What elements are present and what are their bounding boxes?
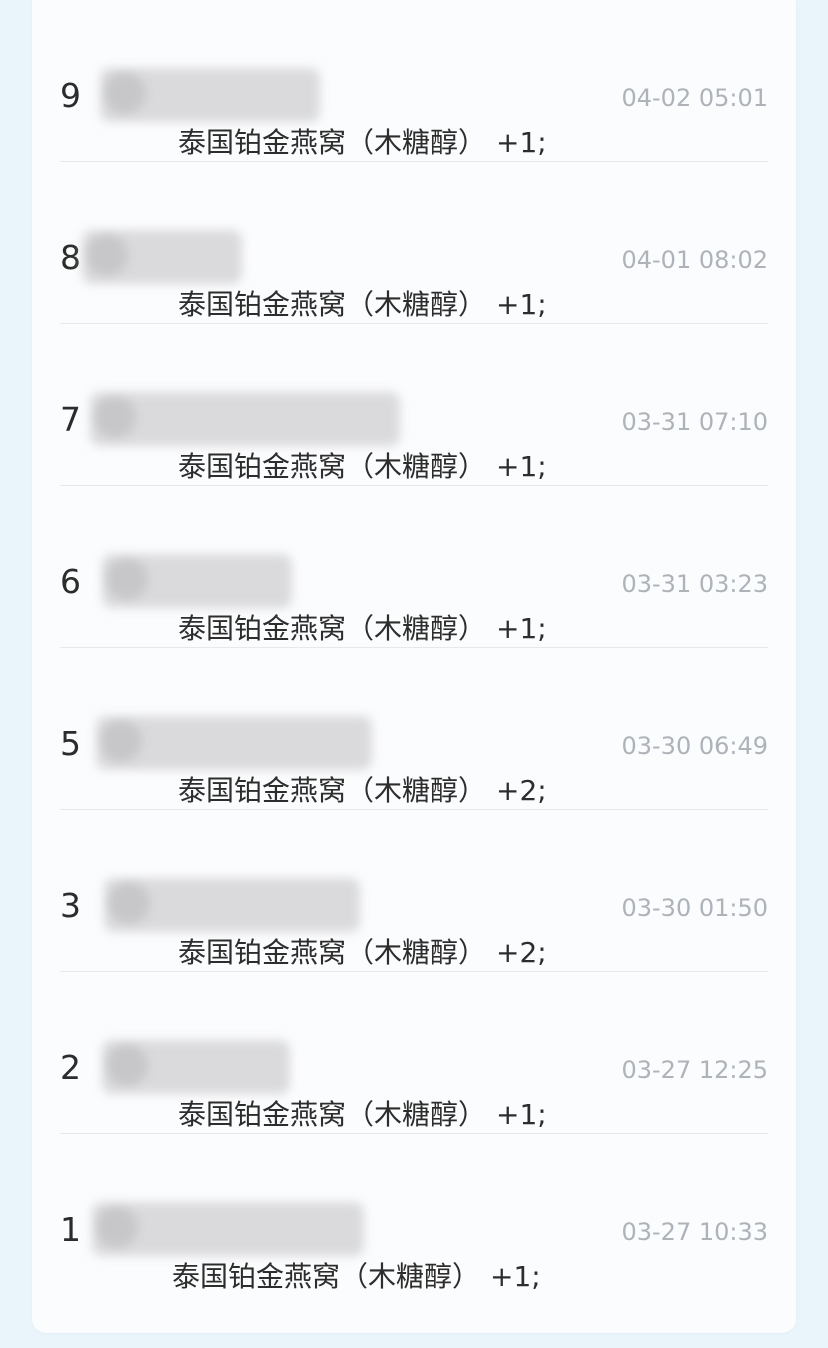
timestamp: 04-02 05:01 [621, 84, 768, 112]
quantity: +1; [496, 126, 547, 159]
rank-number: 3 [60, 886, 81, 925]
blurred-user-info [102, 1040, 290, 1094]
blurred-user-info [82, 230, 242, 284]
purchase-item: 泰国铂金燕窝（木糖醇） +1; [172, 1260, 541, 1294]
timestamp: 03-27 10:33 [621, 1218, 768, 1246]
quantity: +2; [496, 936, 547, 969]
product-name: 泰国铂金燕窝（木糖醇） [178, 450, 487, 483]
rank-number: 6 [60, 562, 81, 601]
record-list-card: 9 04-02 05:01 泰国铂金燕窝（木糖醇） +1; 8 04-01 08:… [32, 0, 796, 1333]
timestamp: 04-01 08:02 [621, 246, 768, 274]
blurred-user-info [90, 392, 400, 446]
purchase-item: 泰国铂金燕窝（木糖醇） +2; [178, 774, 547, 808]
product-name: 泰国铂金燕窝（木糖醇） [178, 126, 487, 159]
avatar [86, 234, 128, 276]
rank-number: 1 [60, 1210, 81, 1249]
timestamp: 03-30 06:49 [621, 732, 768, 760]
purchase-item: 泰国铂金燕窝（木糖醇） +1; [178, 1098, 547, 1132]
timestamp: 03-30 01:50 [621, 894, 768, 922]
avatar [96, 1206, 138, 1248]
rank-number: 2 [60, 1048, 81, 1087]
purchase-item: 泰国铂金燕窝（木糖醇） +2; [178, 936, 547, 970]
product-name: 泰国铂金燕窝（木糖醇） [178, 288, 487, 321]
timestamp: 03-31 07:10 [621, 408, 768, 436]
quantity: +1; [490, 1260, 541, 1293]
list-item[interactable]: 8 04-01 08:02 泰国铂金燕窝（木糖醇） +1; [60, 162, 768, 324]
list-item[interactable]: 2 03-27 12:25 泰国铂金燕窝（木糖醇） +1; [60, 972, 768, 1134]
list-item[interactable]: 3 03-30 01:50 泰国铂金燕窝（木糖醇） +2; [60, 810, 768, 972]
blurred-user-info [100, 68, 320, 122]
avatar [106, 1044, 148, 1086]
list-item[interactable]: 9 04-02 05:01 泰国铂金燕窝（木糖醇） +1; [60, 0, 768, 162]
quantity: +1; [496, 288, 547, 321]
timestamp: 03-31 03:23 [621, 570, 768, 598]
avatar [94, 396, 136, 438]
purchase-item: 泰国铂金燕窝（木糖醇） +1; [178, 450, 547, 484]
rank-number: 8 [60, 238, 81, 277]
list-item[interactable]: 7 03-31 07:10 泰国铂金燕窝（木糖醇） +1; [60, 324, 768, 486]
avatar [106, 558, 148, 600]
purchase-item: 泰国铂金燕窝（木糖醇） +1; [178, 612, 547, 646]
avatar [100, 720, 142, 762]
avatar [104, 72, 146, 114]
list-item[interactable]: 1 03-27 10:33 泰国铂金燕窝（木糖醇） +1; [60, 1134, 768, 1296]
list-item[interactable]: 5 03-30 06:49 泰国铂金燕窝（木糖醇） +2; [60, 648, 768, 810]
purchase-item: 泰国铂金燕窝（木糖醇） +1; [178, 126, 547, 160]
quantity: +2; [496, 774, 547, 807]
blurred-user-info [102, 554, 292, 608]
quantity: +1; [496, 612, 547, 645]
purchase-item: 泰国铂金燕窝（木糖醇） +1; [178, 288, 547, 322]
product-name: 泰国铂金燕窝（木糖醇） [178, 936, 487, 969]
list-item[interactable]: 6 03-31 03:23 泰国铂金燕窝（木糖醇） +1; [60, 486, 768, 648]
product-name: 泰国铂金燕窝（木糖醇） [172, 1260, 481, 1293]
timestamp: 03-27 12:25 [621, 1056, 768, 1084]
blurred-user-info [92, 1202, 364, 1256]
rank-number: 5 [60, 724, 81, 763]
product-name: 泰国铂金燕窝（木糖醇） [178, 1098, 487, 1131]
blurred-user-info [104, 878, 360, 932]
avatar [108, 882, 150, 924]
product-name: 泰国铂金燕窝（木糖醇） [178, 774, 487, 807]
rank-number: 7 [60, 400, 81, 439]
quantity: +1; [496, 450, 547, 483]
quantity: +1; [496, 1098, 547, 1131]
rank-number: 9 [60, 76, 81, 115]
product-name: 泰国铂金燕窝（木糖醇） [178, 612, 487, 645]
blurred-user-info [96, 716, 372, 770]
